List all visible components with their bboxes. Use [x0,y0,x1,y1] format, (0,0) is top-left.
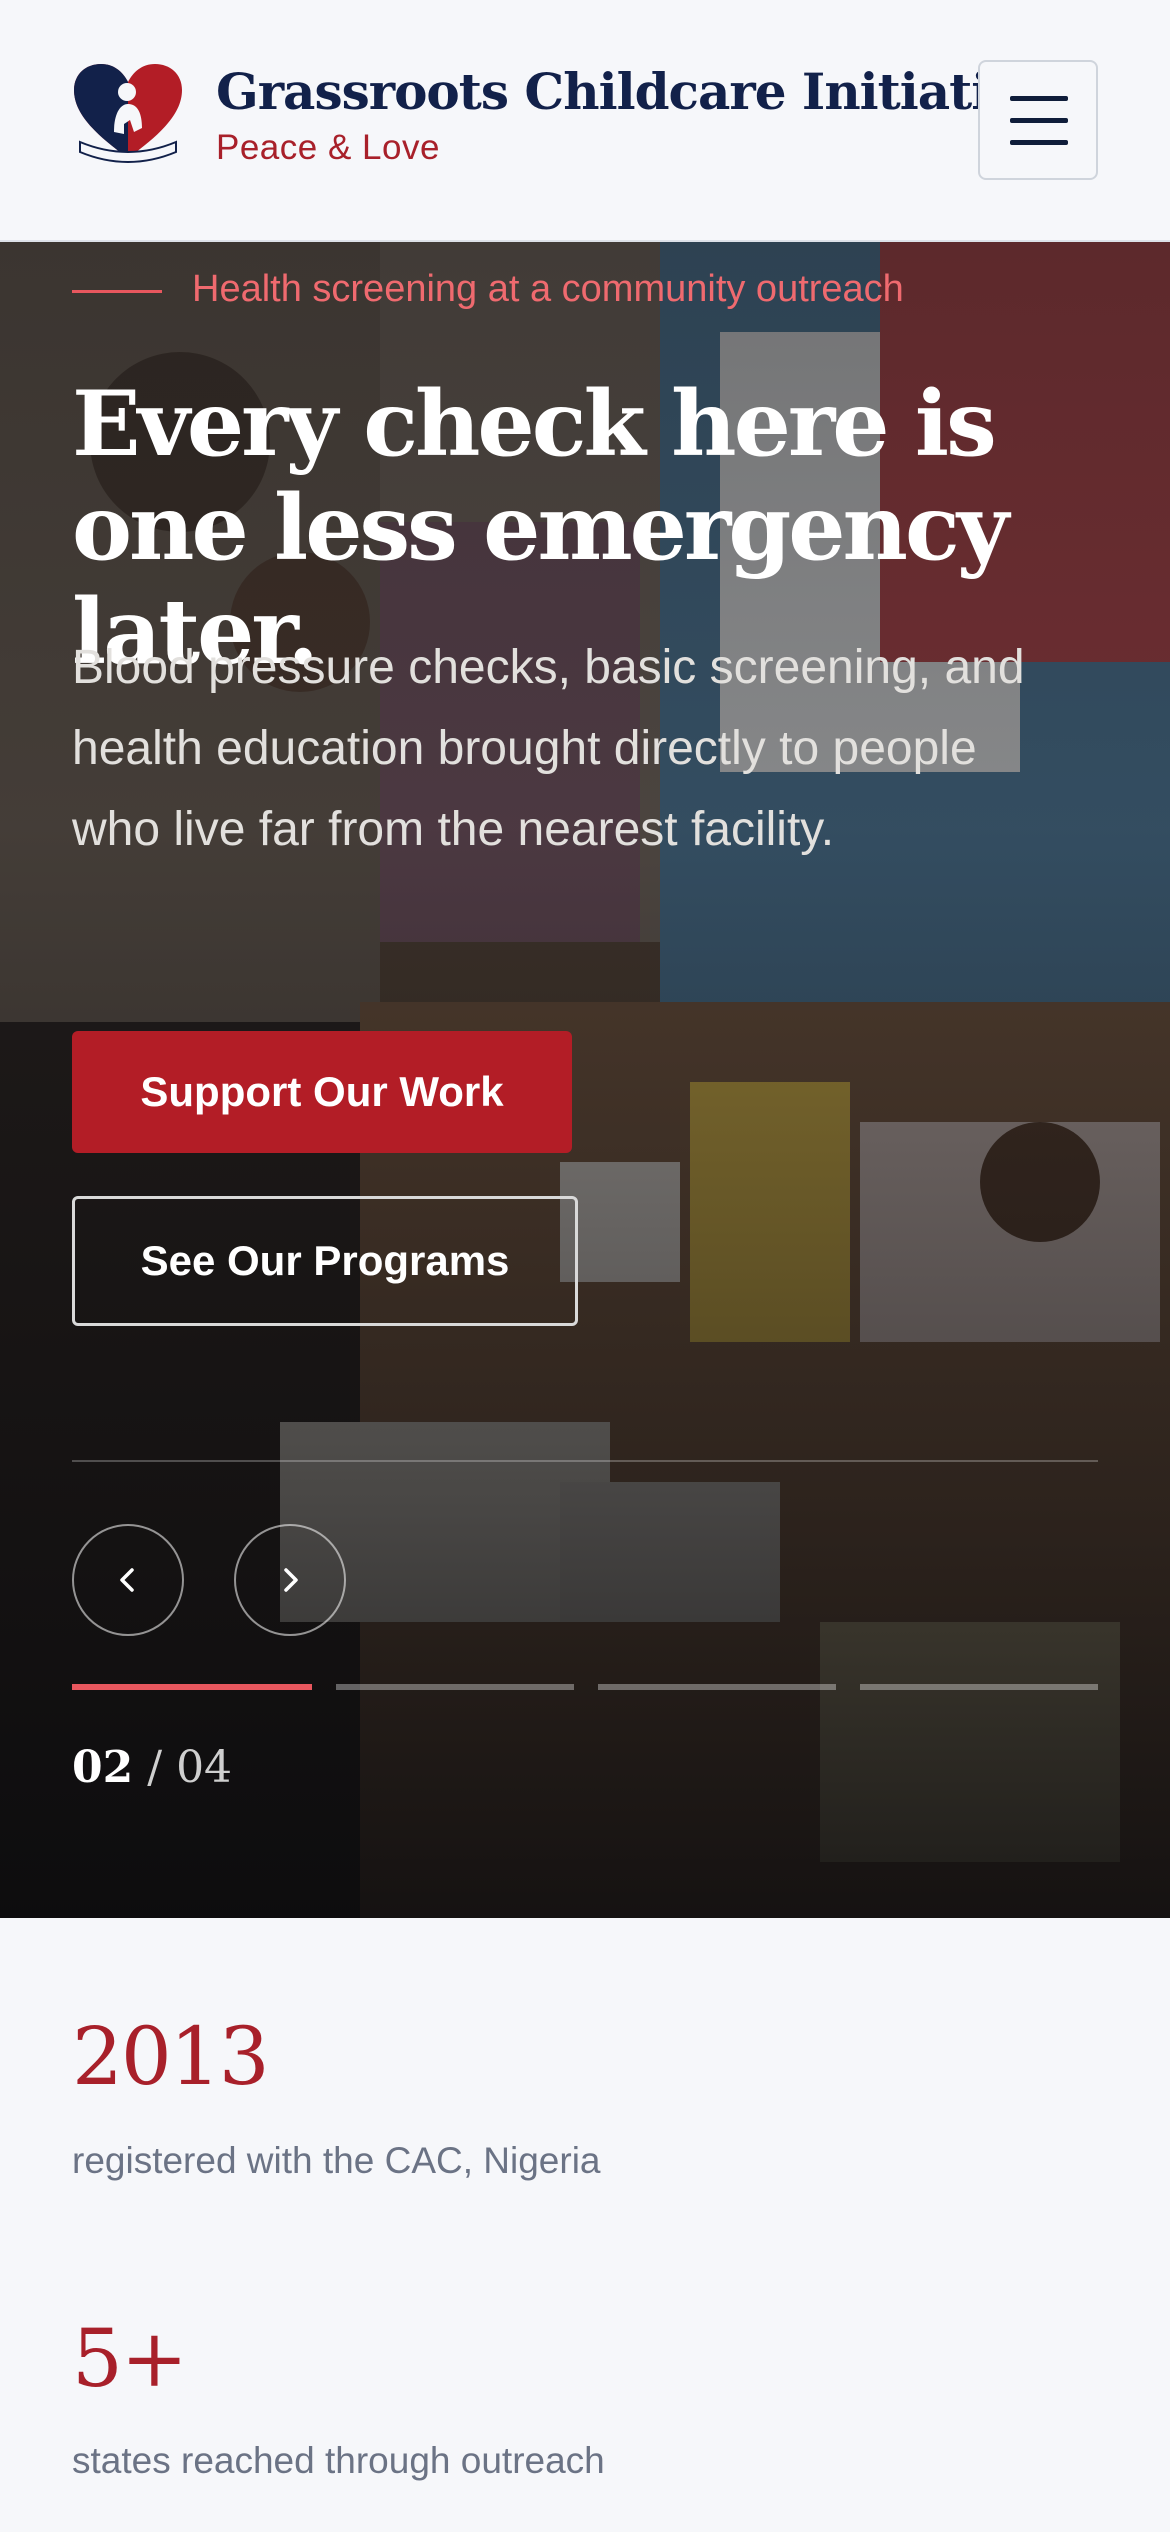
eyebrow-line [72,290,162,293]
slide-current: 02 [72,1742,134,1793]
previous-slide-button[interactable] [72,1524,184,1636]
hero-subtext: Blood pressure checks, basic screening, … [72,641,1025,856]
next-slide-button[interactable] [234,1524,346,1636]
brand-tagline: Peace & Love [216,128,440,167]
hero-carousel: Health screening at a community outreach… [0,242,1170,1918]
slide-separator: / [147,1742,163,1793]
stat-label: states reached through outreach [72,2440,605,2481]
chevron-left-icon [120,1568,134,1592]
slide-indicator-3[interactable] [598,1684,836,1690]
slide-indicator-4[interactable] [860,1684,1098,1690]
stat-value: 5+ [72,2312,188,2405]
brand-title[interactable]: Grassroots Childcare Initiative [216,62,1049,121]
heart-logo-icon[interactable] [72,62,184,164]
slide-indicator-2[interactable] [336,1684,574,1690]
hero-eyebrow: Health screening at a community outreach [192,268,904,310]
slide-indicator-1[interactable] [72,1684,312,1690]
hero-divider [72,1460,1098,1462]
see-our-programs-button[interactable]: See Our Programs [72,1196,578,1326]
slide-total: 04 [176,1742,233,1793]
slide-counter: 02 / 04 [72,1742,232,1793]
stat-value: 2013 [72,2010,270,2103]
chevron-right-icon [284,1568,298,1592]
site-header: Grassroots Childcare Initiative Peace & … [0,0,1170,242]
stat-label: registered with the CAC, Nigeria [72,2140,601,2181]
support-our-work-button[interactable]: Support Our Work [72,1031,572,1153]
menu-button[interactable] [978,60,1098,180]
